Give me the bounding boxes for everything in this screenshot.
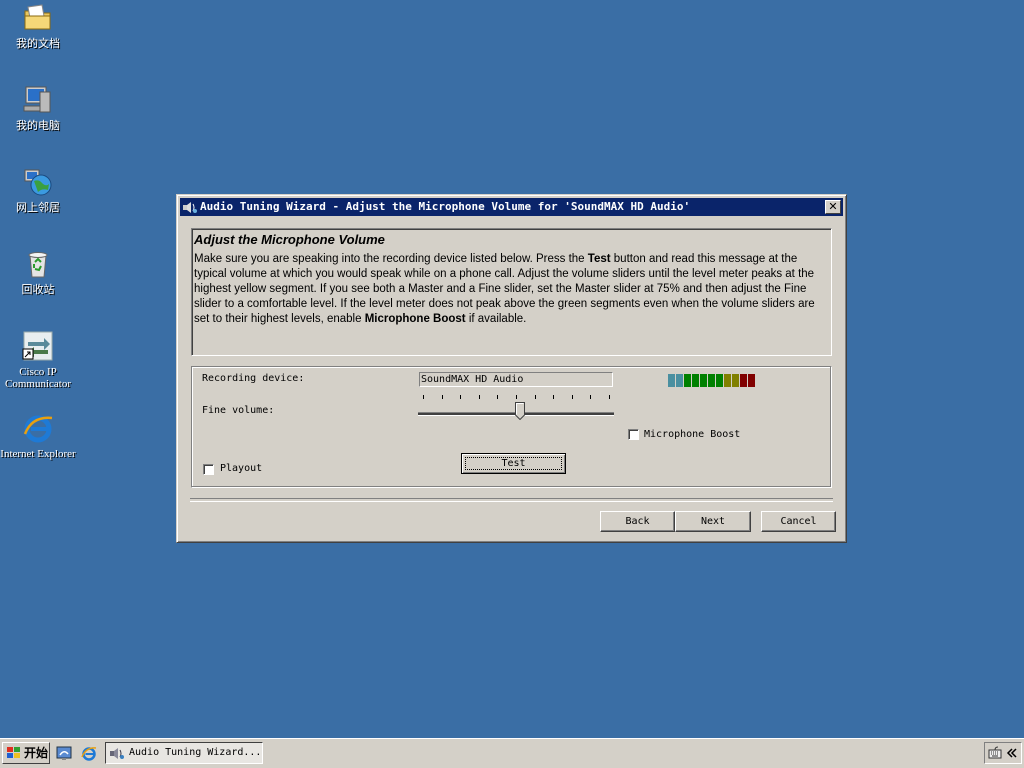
taskbar: 开始 Audio Tuning Wizard... [0, 738, 1024, 768]
desktop-icon-label: 回收站 [21, 283, 55, 296]
slider-tick [516, 395, 517, 399]
internet-explorer-icon[interactable] [81, 745, 97, 761]
level-meter-segment [740, 374, 747, 387]
playout-label: Playout [220, 463, 263, 474]
show-desktop-icon[interactable] [56, 745, 72, 761]
level-meter-segment [716, 374, 723, 387]
slider-tick [423, 395, 424, 399]
playout-checkbox[interactable] [203, 464, 214, 475]
desktop-icon-label: 我的电脑 [16, 119, 60, 132]
desktop-icon-internet-explorer[interactable]: Internet Explorer [0, 412, 76, 460]
network-globe-icon [24, 169, 52, 196]
microphone-boost-label: Microphone Boost [644, 429, 741, 440]
cancel-button[interactable]: Cancel [761, 511, 836, 532]
slider-tick [609, 395, 610, 399]
level-meter-segment [748, 374, 755, 387]
desktop-icon-my-computer[interactable]: 我的电脑 [0, 84, 76, 132]
taskbar-item-label: Audio Tuning Wizard... [129, 747, 262, 758]
desktop-icon-my-documents[interactable]: 我的文档 [0, 2, 76, 50]
slider-tick [534, 395, 536, 399]
slider-tick [590, 395, 592, 399]
next-button[interactable]: Next [675, 511, 751, 532]
level-meter-segment [684, 374, 691, 387]
fine-volume-label: Fine volume: [202, 405, 275, 416]
cisco-arrows-icon [22, 331, 53, 361]
level-meter-segment [692, 374, 699, 387]
slider-tick [460, 395, 462, 399]
slider-tick [441, 395, 443, 399]
desktop-icon-cisco-ip-communicator[interactable]: Cisco IP Communicator [0, 330, 76, 390]
microphone-boost-checkbox[interactable] [628, 429, 639, 440]
level-meter-segment [732, 374, 739, 387]
keyboard-icon[interactable] [988, 746, 1002, 760]
system-tray [984, 742, 1022, 764]
computer-icon [23, 86, 51, 113]
audio-wizard-icon [183, 202, 197, 213]
level-meter-segment [668, 374, 675, 387]
recording-device-field: SoundMAX HD Audio [419, 372, 613, 387]
start-button[interactable]: 开始 [2, 742, 50, 764]
slider-tick [497, 395, 499, 399]
slider-tick [478, 395, 480, 399]
level-meter [668, 374, 756, 388]
slider-tick [571, 395, 573, 399]
taskbar-item-audio-tuning-wizard[interactable]: Audio Tuning Wizard... [105, 742, 263, 764]
back-button[interactable]: Back [600, 511, 675, 532]
recording-device-label: Recording device: [202, 373, 305, 384]
fine-volume-slider[interactable] [418, 395, 614, 425]
internet-explorer-icon [23, 415, 53, 443]
title-bar[interactable]: Audio Tuning Wizard - Adjust the Microph… [180, 198, 843, 216]
slider-thumb[interactable] [514, 402, 525, 420]
level-meter-segment [700, 374, 707, 387]
desktop-icon-recycle-bin[interactable]: 回收站 [0, 248, 76, 296]
start-label: 开始 [24, 746, 49, 760]
audio-wizard-icon [110, 748, 124, 759]
slider-tick [553, 395, 555, 399]
level-meter-segment [724, 374, 731, 387]
section-heading: Adjust the Microphone Volume [194, 232, 385, 247]
test-button-label: Test [465, 457, 562, 470]
audio-tuning-wizard-dialog: Audio Tuning Wizard - Adjust the Microph… [176, 194, 847, 543]
close-icon: ✕ [828, 200, 838, 213]
desktop-icon-label: Cisco IP Communicator [5, 366, 71, 390]
separator [190, 498, 833, 502]
test-button[interactable]: Test [461, 453, 566, 474]
desktop-icon-label: 网上邻居 [16, 201, 60, 214]
chevron-left-icon[interactable] [1006, 747, 1018, 759]
window-title: Audio Tuning Wizard - Adjust the Microph… [200, 200, 691, 213]
desktop-icon-network-places[interactable]: 网上邻居 [0, 166, 76, 214]
instructions-text: Make sure you are speaking into the reco… [194, 253, 815, 325]
folder-icon [24, 4, 51, 30]
level-meter-segment [708, 374, 715, 387]
desktop-icon-label: Internet Explorer [0, 448, 76, 460]
close-button[interactable]: ✕ [825, 200, 841, 214]
desktop-icon-label: 我的文档 [16, 37, 60, 50]
level-meter-segment [676, 374, 683, 387]
recycle-bin-icon [28, 252, 48, 278]
controls-panel: Recording device: SoundMAX HD Audio Fine… [191, 366, 832, 488]
windows-flag-icon [7, 747, 20, 758]
instructions-panel: Adjust the Microphone Volume Make sure y… [191, 228, 832, 356]
